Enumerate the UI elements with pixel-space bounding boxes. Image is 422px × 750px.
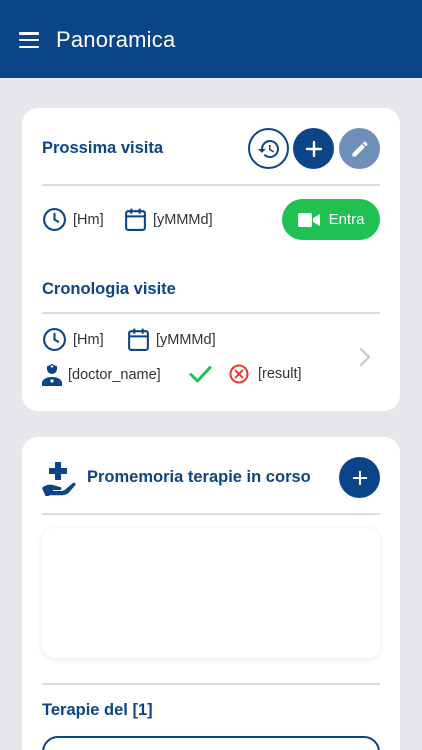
hand-medical-icon	[42, 462, 76, 496]
divider	[42, 513, 380, 515]
history-result: [result]	[229, 364, 302, 384]
hamburger-icon[interactable]	[19, 32, 39, 48]
edit-visit-button[interactable]	[339, 128, 380, 169]
calendar-icon	[125, 208, 146, 231]
error-circle-icon	[229, 364, 249, 384]
video-camera-icon	[297, 212, 320, 227]
app-bar: Panoramica	[0, 0, 422, 78]
next-visit-time-value: [Hm]	[73, 211, 104, 228]
therapy-reminder-title: Promemoria terapie in corso	[87, 468, 311, 486]
therapy-day-title: Terapie del [1]	[42, 701, 153, 719]
history-time-value: [Hm]	[73, 331, 104, 348]
next-visit-title: Prossima visita	[42, 139, 164, 157]
history-doctor-value: [doctor_name]	[68, 367, 161, 383]
plus-icon	[305, 140, 322, 157]
next-visit-date: [yMMMd]	[124, 207, 213, 232]
plus-icon	[352, 470, 367, 485]
therapy-card: Promemoria terapie in corso Terapie del …	[22, 437, 400, 750]
history-time: [Hm]	[42, 327, 104, 352]
next-visit-date-value: [yMMMd]	[153, 211, 213, 228]
chevron-right-icon[interactable]	[358, 346, 372, 368]
doctor-icon	[42, 364, 62, 386]
divider	[42, 184, 380, 186]
clock-icon	[43, 208, 66, 231]
calendar-icon	[128, 328, 149, 351]
join-video-visit-button[interactable]: Entra	[282, 199, 380, 240]
therapy-list-panel	[42, 528, 380, 658]
add-therapy-button[interactable]	[339, 457, 380, 498]
visits-card: Prossima visita [Hm] [yMMMd] Entra Crono…	[22, 108, 400, 411]
history-date: [yMMMd]	[127, 327, 216, 352]
divider	[42, 312, 380, 314]
visit-history-title: Cronologia visite	[42, 280, 176, 298]
join-button-label: Entra	[328, 211, 365, 228]
history-date-value: [yMMMd]	[156, 331, 216, 348]
history-icon	[257, 139, 279, 158]
history-doctor: [doctor_name]	[42, 364, 161, 386]
divider	[42, 683, 380, 685]
add-visit-button[interactable]	[293, 128, 334, 169]
history-result-value: [result]	[258, 366, 302, 382]
pencil-icon	[352, 140, 368, 156]
next-visit-time: [Hm]	[42, 207, 104, 232]
clock-icon	[43, 328, 66, 351]
page-title: Panoramica	[56, 27, 176, 52]
therapy-day-item[interactable]	[42, 736, 380, 750]
visit-history-button[interactable]	[248, 128, 289, 169]
check-icon	[189, 366, 212, 383]
